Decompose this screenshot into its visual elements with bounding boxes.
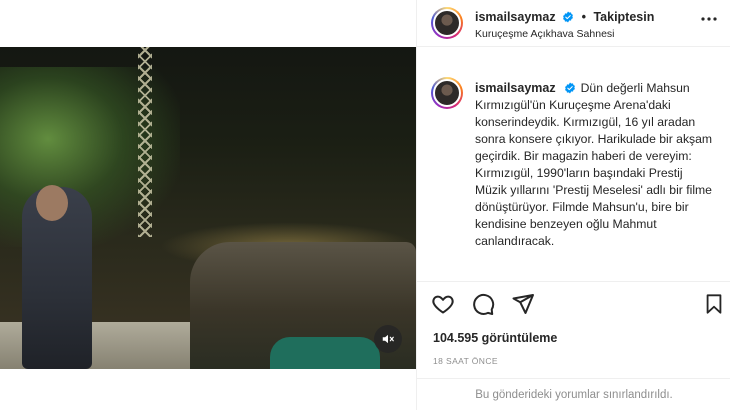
author-avatar[interactable] bbox=[431, 7, 463, 39]
post-location[interactable]: Kuruçeşme Açıkhava Sahnesi bbox=[475, 28, 615, 40]
following-button[interactable]: Takiptesin bbox=[593, 10, 654, 24]
comment-icon[interactable] bbox=[471, 292, 495, 316]
speaker-muted-icon bbox=[382, 334, 394, 344]
caption-body: Dün değerli Mahsun Kırmızıgül'ün Kuruçeş… bbox=[475, 81, 713, 248]
stage-truss bbox=[138, 47, 152, 237]
verified-badge-icon bbox=[563, 11, 574, 23]
performer-head bbox=[36, 185, 68, 221]
media-pane bbox=[0, 0, 416, 410]
audience-member bbox=[270, 337, 380, 369]
post-sidebar: ismailsaymaz • Takiptesin Kuruçeşme Açık… bbox=[416, 0, 730, 410]
author-row: ismailsaymaz • Takiptesin bbox=[475, 10, 654, 24]
author-username[interactable]: ismailsaymaz bbox=[475, 10, 556, 24]
comments-limited-notice: Bu gönderideki yorumlar sınırlandırıldı. bbox=[417, 378, 730, 410]
view-count[interactable]: 104.595 görüntüleme bbox=[433, 331, 557, 345]
caption-text-block: ismailsaymaz Dün değerli Mahsun Kırmızıg… bbox=[475, 80, 715, 250]
action-bar bbox=[417, 281, 730, 321]
separator-dot: • bbox=[581, 10, 586, 24]
caption-author-avatar[interactable] bbox=[431, 77, 463, 109]
bookmark-icon[interactable] bbox=[703, 292, 725, 316]
caption-username[interactable]: ismailsaymaz bbox=[475, 81, 556, 95]
mute-toggle-button[interactable] bbox=[374, 325, 402, 353]
post-timestamp[interactable]: 18 SAAT ÖNCE bbox=[433, 356, 498, 366]
post-video[interactable] bbox=[0, 47, 416, 369]
post-caption: ismailsaymaz Dün değerli Mahsun Kırmızıg… bbox=[417, 47, 730, 277]
heart-icon[interactable] bbox=[431, 292, 455, 316]
more-horizontal-icon[interactable] bbox=[701, 17, 717, 21]
post-header: ismailsaymaz • Takiptesin Kuruçeşme Açık… bbox=[417, 0, 730, 47]
paper-plane-icon[interactable] bbox=[511, 292, 535, 316]
verified-badge-icon bbox=[564, 82, 575, 94]
